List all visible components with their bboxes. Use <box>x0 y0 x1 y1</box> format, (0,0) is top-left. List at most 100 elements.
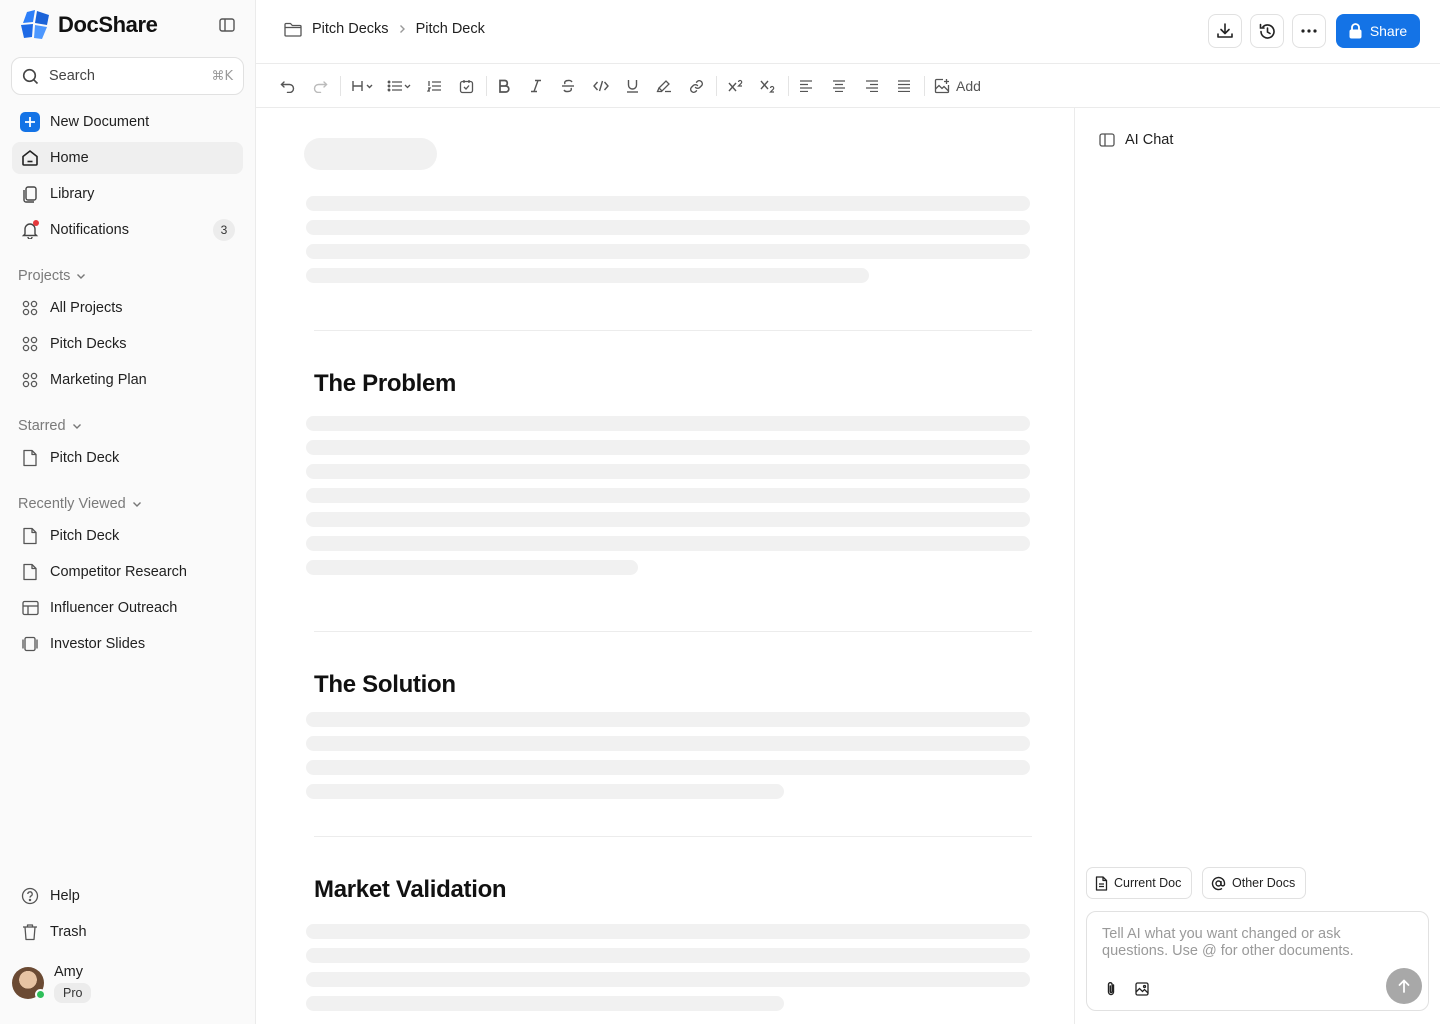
starred-section-toggle[interactable]: Starred <box>18 416 82 436</box>
document-icon <box>20 448 40 468</box>
undo-icon <box>280 79 296 93</box>
strikethrough-button[interactable] <box>558 74 578 98</box>
bullet-list-dropdown[interactable] <box>386 74 414 98</box>
code-icon <box>593 80 609 92</box>
help-button[interactable]: Help <box>12 880 243 912</box>
heading-dropdown[interactable] <box>350 74 376 98</box>
nav-label: Competitor Research <box>50 564 187 580</box>
history-icon <box>1258 22 1277 41</box>
undo-button[interactable] <box>278 74 298 98</box>
text-skeleton-line <box>306 996 784 1011</box>
text-skeleton-line <box>306 488 1030 503</box>
sidebar-item-investor-slides[interactable]: Investor Slides <box>12 628 243 660</box>
more-options-button[interactable] <box>1292 14 1326 48</box>
highlight-button[interactable] <box>654 74 674 98</box>
numbered-list-button[interactable] <box>424 74 444 98</box>
sidebar-item-recent-pitch-deck[interactable]: Pitch Deck <box>12 520 243 552</box>
sidebar-item-starred-pitch-deck[interactable]: Pitch Deck <box>12 442 243 474</box>
section-heading-solution[interactable]: The Solution <box>314 671 456 699</box>
section-heading-problem[interactable]: The Problem <box>314 370 456 398</box>
trash-button[interactable]: Trash <box>12 916 243 948</box>
bullet-list-icon <box>387 79 413 93</box>
ai-chat-input-box[interactable]: Tell AI what you want changed or ask que… <box>1086 911 1429 1011</box>
sidebar-item-all-projects[interactable]: All Projects <box>12 292 243 324</box>
nav-label: Pitch Deck <box>50 450 120 466</box>
align-left-button[interactable] <box>796 74 816 98</box>
align-right-icon <box>865 80 879 92</box>
section-title: Recently Viewed <box>18 496 126 512</box>
checklist-icon <box>459 79 474 94</box>
projects-section-toggle[interactable]: Projects <box>18 266 86 286</box>
brand[interactable]: DocShare <box>18 8 158 42</box>
sidebar-item-library[interactable]: Library <box>12 178 243 210</box>
italic-button[interactable] <box>526 74 546 98</box>
numbered-list-icon <box>426 79 442 93</box>
help-icon <box>20 886 40 906</box>
send-button[interactable] <box>1386 968 1422 1004</box>
subscript-icon <box>760 79 776 93</box>
arrow-up-icon <box>1398 979 1410 993</box>
app-name: DocShare <box>58 12 158 37</box>
add-media-button[interactable]: Add <box>934 74 981 98</box>
checklist-button[interactable] <box>456 74 476 98</box>
search-label: Search <box>49 68 95 84</box>
code-button[interactable] <box>590 74 612 98</box>
underline-button[interactable] <box>622 74 642 98</box>
text-skeleton-line <box>306 972 1030 987</box>
download-button[interactable] <box>1208 14 1242 48</box>
bell-icon <box>20 220 40 240</box>
toolbar-divider <box>716 76 717 96</box>
attach-button[interactable] <box>1100 978 1122 1000</box>
superscript-button[interactable] <box>726 74 746 98</box>
table-icon <box>20 598 40 618</box>
sidebar-item-marketing-plan[interactable]: Marketing Plan <box>12 364 243 396</box>
subscript-button[interactable] <box>758 74 778 98</box>
breadcrumb-pitch-deck[interactable]: Pitch Deck <box>416 21 485 37</box>
document-editor[interactable]: The Problem The Solution Market Validati… <box>256 108 1074 1024</box>
chat-input[interactable]: Tell AI what you want changed or ask que… <box>1102 926 1392 960</box>
text-skeleton-line <box>306 536 1030 551</box>
grid-icon <box>20 334 40 354</box>
strikethrough-icon <box>561 79 575 93</box>
current-doc-chip[interactable]: Current Doc <box>1086 867 1193 899</box>
chip-label: Current Doc <box>1114 876 1182 890</box>
recent-section-toggle[interactable]: Recently Viewed <box>18 494 142 514</box>
grid-icon <box>20 370 40 390</box>
search-input[interactable]: Search ⌘K <box>11 57 244 95</box>
user-profile[interactable]: Amy Pro <box>12 960 92 1006</box>
panel-toggle-icon[interactable] <box>1099 133 1115 147</box>
breadcrumb-pitch-decks[interactable]: Pitch Decks <box>312 21 389 37</box>
image-upload-button[interactable] <box>1131 978 1153 1000</box>
justify-button[interactable] <box>894 74 914 98</box>
text-skeleton-line <box>306 440 1030 455</box>
nav-label: All Projects <box>50 300 123 316</box>
new-document-button[interactable]: New Document <box>12 106 243 138</box>
sidebar-item-pitch-decks[interactable]: Pitch Decks <box>12 328 243 360</box>
section-heading-market-validation[interactable]: Market Validation <box>314 876 507 904</box>
section-title: Projects <box>18 268 71 284</box>
plan-badge: Pro <box>54 982 92 1003</box>
redo-button[interactable] <box>310 74 330 98</box>
slides-icon <box>20 634 40 654</box>
sidebar-toggle-icon[interactable] <box>216 14 238 36</box>
history-button[interactable] <box>1250 14 1284 48</box>
text-skeleton-line <box>306 512 1030 527</box>
sidebar-item-influencer-outreach[interactable]: Influencer Outreach <box>12 592 243 624</box>
avatar <box>12 967 46 1000</box>
text-skeleton-line <box>306 416 1030 431</box>
align-right-button[interactable] <box>862 74 882 98</box>
search-icon <box>22 68 39 85</box>
link-button[interactable] <box>686 74 706 98</box>
chevron-down-icon <box>76 273 86 280</box>
ai-chat-header: AI Chat <box>1099 132 1173 148</box>
sidebar-item-notifications[interactable]: Notifications 3 <box>12 214 243 246</box>
text-skeleton-line <box>306 220 1030 235</box>
share-button[interactable]: Share <box>1336 14 1420 48</box>
library-icon <box>20 184 40 204</box>
bold-icon <box>498 79 510 93</box>
other-docs-chip[interactable]: Other Docs <box>1202 867 1307 899</box>
sidebar-item-home[interactable]: Home <box>12 142 243 174</box>
bold-button[interactable] <box>494 74 514 98</box>
sidebar-item-competitor-research[interactable]: Competitor Research <box>12 556 243 588</box>
align-center-button[interactable] <box>829 74 849 98</box>
